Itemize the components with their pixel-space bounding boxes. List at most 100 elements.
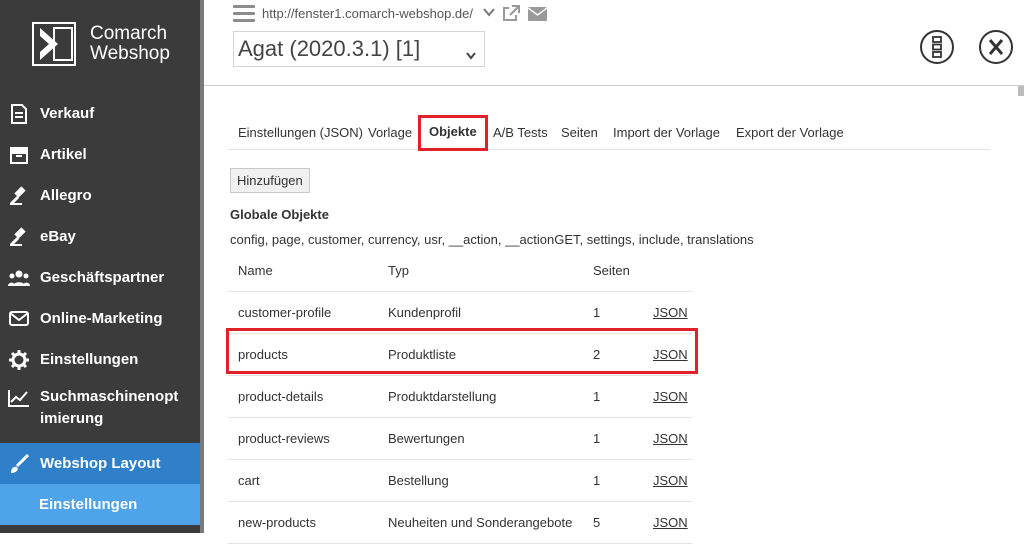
cell-type: Neuheiten und Sonderangebote bbox=[378, 501, 583, 544]
table-row: product-details Produktdarstellung 1 JSO… bbox=[228, 375, 692, 418]
tab-ab-tests[interactable]: A/B Tests bbox=[493, 118, 548, 150]
gavel-icon bbox=[8, 226, 30, 248]
gear-icon bbox=[8, 349, 30, 371]
cell-name: products bbox=[228, 333, 378, 376]
tab-seiten[interactable]: Seiten bbox=[561, 118, 598, 150]
sidebar-item-allegro[interactable]: Allegro bbox=[0, 175, 200, 216]
version-select-value: Agat (2020.3.1) [1] bbox=[238, 36, 421, 61]
logo-text: Comarch Webshop bbox=[90, 23, 170, 64]
objects-table: Name Typ Seiten customer-profile Kundenp… bbox=[228, 251, 692, 544]
json-link[interactable]: JSON bbox=[653, 473, 688, 488]
comarch-webshop-logo[interactable]: Comarch Webshop bbox=[32, 22, 170, 66]
external-link-icon[interactable] bbox=[502, 5, 520, 26]
main-content: Einstellungen (JSON) Vorlage Objekte A/B… bbox=[226, 86, 998, 544]
cell-name: customer-profile bbox=[228, 291, 378, 334]
tab-objekte[interactable]: Objekte bbox=[418, 115, 488, 151]
cell-type: Produktliste bbox=[378, 333, 583, 376]
table-row: cart Bestellung 1 JSON bbox=[228, 459, 692, 502]
sidebar-item-ebay[interactable]: eBay bbox=[0, 216, 200, 257]
sidebar-item-label: Artikel bbox=[40, 145, 87, 163]
cell-name: product-reviews bbox=[228, 417, 378, 460]
chevron-down-icon bbox=[466, 38, 476, 72]
tab-vorlage[interactable]: Vorlage bbox=[368, 118, 412, 150]
cell-link: JSON bbox=[643, 459, 692, 502]
scrollbar[interactable] bbox=[1018, 86, 1024, 96]
version-select[interactable]: Agat (2020.3.1) [1] bbox=[233, 31, 485, 67]
sidebar-item-einstellungen[interactable]: Einstellungen bbox=[0, 339, 200, 380]
table-row: product-reviews Bewertungen 1 JSON bbox=[228, 417, 692, 460]
users-icon bbox=[8, 267, 30, 289]
column-header-link bbox=[643, 251, 692, 292]
tab-einstellungen-json[interactable]: Einstellungen (JSON) bbox=[238, 118, 363, 150]
chevron-down-icon[interactable] bbox=[482, 5, 496, 24]
box-icon bbox=[8, 144, 30, 166]
close-icon bbox=[988, 39, 1004, 55]
table-row: customer-profile Kundenprofil 1 JSON bbox=[228, 291, 692, 334]
cell-link: JSON bbox=[643, 417, 692, 460]
chart-icon bbox=[8, 387, 30, 409]
sidebar-item-label: Geschäftspartner bbox=[40, 268, 165, 286]
cell-link: JSON bbox=[643, 501, 692, 544]
sidebar-item-label: Einstellungen bbox=[40, 350, 139, 368]
tab-export-der-vorlage[interactable]: Export der Vorlage bbox=[736, 118, 844, 150]
close-button[interactable] bbox=[979, 30, 1013, 64]
cell-link: JSON bbox=[643, 375, 692, 418]
sidebar-item-label: eBay bbox=[40, 227, 76, 245]
envelope-icon[interactable] bbox=[527, 7, 548, 26]
cell-name: product-details bbox=[228, 375, 378, 418]
dots-vertical-icon bbox=[932, 36, 942, 58]
logo-icon bbox=[32, 22, 76, 66]
sidebar-item-label: Einstellungen bbox=[39, 495, 138, 513]
cell-name: cart bbox=[228, 459, 378, 502]
sidebar-item-label: Webshop Layout bbox=[40, 454, 161, 472]
cell-name: new-products bbox=[228, 501, 378, 544]
sidebar-item-label: Suchmaschinenopt imierung bbox=[40, 388, 179, 427]
cell-pages: 1 bbox=[583, 375, 643, 418]
json-link[interactable]: JSON bbox=[653, 431, 688, 446]
table-row: new-products Neuheiten und Sonderangebot… bbox=[228, 501, 692, 544]
sidebar-item-artikel[interactable]: Artikel bbox=[0, 134, 200, 175]
column-header-type: Typ bbox=[378, 251, 583, 292]
json-link[interactable]: JSON bbox=[653, 389, 688, 404]
sidebar-item-verkauf[interactable]: Verkauf bbox=[0, 93, 200, 134]
cell-type: Bewertungen bbox=[378, 417, 583, 460]
section-title: Globale Objekte bbox=[230, 207, 329, 222]
brush-icon bbox=[8, 453, 30, 475]
json-link[interactable]: JSON bbox=[653, 347, 688, 362]
sidebar-item-label: Verkauf bbox=[40, 104, 95, 122]
cell-pages: 1 bbox=[583, 291, 643, 334]
menu-icon[interactable] bbox=[233, 5, 255, 23]
sidebar-item-geschaeftspartner[interactable]: Geschäftspartner bbox=[0, 257, 200, 298]
add-button[interactable]: Hinzufügen bbox=[230, 168, 310, 193]
column-header-pages: Seiten bbox=[583, 251, 643, 292]
document-icon bbox=[8, 103, 30, 125]
gavel-icon bbox=[8, 185, 30, 207]
cell-type: Kundenprofil bbox=[378, 291, 583, 334]
envelope-icon bbox=[8, 308, 30, 330]
cell-link: JSON bbox=[643, 291, 692, 334]
cell-pages: 2 bbox=[583, 333, 643, 376]
cell-pages: 1 bbox=[583, 459, 643, 502]
cell-pages: 5 bbox=[583, 501, 643, 544]
sidebar-item-webshop-layout[interactable]: Webshop Layout bbox=[0, 443, 200, 484]
cell-type: Produktdarstellung bbox=[378, 375, 583, 418]
json-link[interactable]: JSON bbox=[653, 515, 688, 530]
tab-import-der-vorlage[interactable]: Import der Vorlage bbox=[613, 118, 720, 150]
table-header-row: Name Typ Seiten bbox=[228, 251, 692, 292]
topbar: http://fenster1.comarch-webshop.de/ Agat… bbox=[204, 0, 1024, 86]
shop-url[interactable]: http://fenster1.comarch-webshop.de/ bbox=[262, 6, 473, 21]
sidebar-subitem-einstellungen[interactable]: Einstellungen bbox=[0, 484, 200, 525]
json-link[interactable]: JSON bbox=[653, 305, 688, 320]
tab-bar: Einstellungen (JSON) Vorlage Objekte A/B… bbox=[228, 115, 990, 151]
sidebar-menu: Verkauf Artikel Allegro eBay Geschäftspa… bbox=[0, 93, 200, 525]
sidebar-item-suchmaschinenoptimierung[interactable]: Suchmaschinenopt imierung bbox=[0, 380, 200, 443]
sidebar-item-label: Online-Marketing bbox=[40, 309, 163, 327]
sidebar: Comarch Webshop Verkauf Artikel Allegro bbox=[0, 0, 204, 533]
global-objects-list: config, page, customer, currency, usr, _… bbox=[230, 232, 754, 247]
options-button[interactable] bbox=[920, 30, 954, 64]
column-header-name: Name bbox=[228, 251, 378, 292]
sidebar-item-label: Allegro bbox=[40, 186, 92, 204]
sidebar-item-online-marketing[interactable]: Online-Marketing bbox=[0, 298, 200, 339]
cell-link: JSON bbox=[643, 333, 692, 376]
cell-type: Bestellung bbox=[378, 459, 583, 502]
